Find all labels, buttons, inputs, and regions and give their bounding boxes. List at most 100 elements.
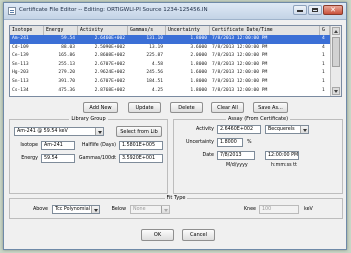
halflife-field[interactable]: 1.5801E+005: [119, 141, 163, 150]
table-row[interactable]: Sn-113 255.13 2.6707E+002 4.58 1.8000 7/8/201…: [10, 61, 330, 70]
column-header-g[interactable]: G: [320, 26, 330, 35]
column-header-certificate-date[interactable]: Certificate Date/Time: [210, 26, 320, 35]
cell-g: 1: [322, 79, 325, 84]
date-field[interactable]: 7/8/2013: [217, 151, 255, 160]
table-row[interactable]: Ce-139 165.86 2.8608E+002 225.87 2.0000 7/8/2…: [10, 52, 330, 61]
energy-field[interactable]: 59.54: [41, 154, 75, 163]
halflife-label: Halflife (Days): [81, 143, 116, 148]
save-as-button[interactable]: Save As...: [253, 102, 288, 113]
chevron-down-icon: [300, 126, 308, 133]
column-header-activity[interactable]: Activity: [78, 26, 128, 35]
cell-g: 4: [322, 36, 325, 41]
ok-button[interactable]: OK: [141, 229, 174, 241]
cell-g: 1: [322, 53, 325, 59]
cell-datetime: 7/8/2013 12:00:00 PM: [212, 61, 268, 67]
column-header-gammas[interactable]: Gammas/s: [128, 26, 166, 35]
minimize-icon: [297, 10, 303, 12]
cell-activity: 2.8768E+002: [94, 87, 125, 93]
activity-unit-value: Becquerels: [268, 127, 295, 132]
library-isotope-combo[interactable]: Am-241 @ 59.54 keV: [14, 127, 104, 136]
gammas-field[interactable]: 3.5920E+001: [119, 154, 163, 163]
column-header-isotope[interactable]: Isotope: [10, 26, 44, 35]
time-format-hint: h:mm:ss tt: [271, 163, 297, 168]
cell-uncertainty: 3.6000: [190, 44, 207, 50]
uncertainty-field[interactable]: 1.8000: [217, 138, 243, 147]
cell-isotope: Ce-139: [12, 53, 29, 59]
table-row[interactable]: Sn-113 391.70 2.6707E+002 184.51 1.8000 7/8/2…: [10, 78, 330, 87]
cell-energy: 59.54: [61, 36, 75, 41]
activity-label: Activity: [196, 127, 214, 132]
cancel-button[interactable]: Cancel: [182, 229, 215, 241]
below-fit-combo[interactable]: None: [130, 205, 170, 214]
cell-uncertainty: 1.8000: [190, 79, 207, 84]
activity-field[interactable]: 2.6460E+002: [217, 125, 261, 134]
certificate-table[interactable]: Isotope Energy Activity Gammas/s Uncerta…: [9, 25, 342, 97]
column-header-uncertainty[interactable]: Uncertainty: [166, 26, 210, 35]
time-field[interactable]: 12:00:00 PM: [265, 151, 299, 160]
cell-activity: 2.6707E+002: [94, 79, 125, 84]
above-label: Above: [32, 207, 48, 212]
chevron-down-icon: [95, 128, 103, 135]
activity-unit-combo[interactable]: Becquerels: [265, 125, 309, 134]
cell-gammas: 245.56: [146, 70, 163, 76]
cell-activity: 2.5090E+002: [94, 44, 125, 50]
cell-uncertainty: 1.8000: [190, 61, 207, 67]
knee-field[interactable]: 100: [259, 205, 299, 214]
cell-gammas: 131.10: [146, 36, 163, 41]
table-row[interactable]: Cd-109 88.03 2.5090E+002 13.19 3.6000 7/8/201…: [10, 44, 330, 53]
chevron-down-icon: [91, 206, 99, 213]
cell-uncertainty: 1.8000: [190, 36, 207, 41]
scroll-down-button[interactable]: [332, 87, 340, 95]
table-row[interactable]: Am-241 59.54 2.6460E+002 131.10 1.8000 7/8/20…: [10, 35, 330, 44]
cell-isotope: Sn-113: [12, 79, 29, 84]
maximize-icon: [312, 8, 318, 12]
cell-energy: 88.03: [61, 44, 75, 50]
cell-gammas: 4.58: [151, 61, 163, 67]
date-format-hint: M/d/yyyy: [226, 163, 248, 168]
cell-energy: 255.13: [58, 61, 75, 67]
scroll-up-button[interactable]: [332, 27, 340, 35]
cell-isotope: Cd-109: [12, 44, 29, 50]
cell-energy: 475.36: [58, 87, 75, 93]
column-header-energy[interactable]: Energy: [44, 26, 78, 35]
scroll-down-icon: [334, 90, 338, 93]
scroll-thumb[interactable]: [332, 37, 340, 67]
window-title: Certificate File Editor -- Editing: ORTI…: [19, 7, 208, 13]
cell-energy: 391.70: [58, 79, 75, 84]
cell-g: 1: [322, 61, 325, 67]
knee-unit: keV: [304, 207, 313, 212]
gammas-label: Gammas/100dt: [78, 156, 116, 161]
add-new-button[interactable]: Add New: [83, 102, 118, 113]
app-icon: [8, 7, 16, 15]
cell-activity: 2.6460E+002: [94, 36, 125, 41]
energy-label: Energy: [21, 156, 38, 161]
assay-group: Assay (From Certificate) Activity 2.6460…: [173, 116, 343, 194]
scroll-up-icon: [334, 30, 338, 33]
cell-gammas: 184.51: [146, 79, 163, 84]
cell-uncertainty: 1.6000: [190, 70, 207, 76]
select-from-lib-button[interactable]: Select from Lib: [116, 126, 162, 137]
update-button[interactable]: Update: [128, 102, 161, 113]
delete-button[interactable]: Delete: [170, 102, 203, 113]
certificate-editor-window: Certificate File Editor -- Editing: ORTI…: [3, 2, 347, 250]
cell-datetime: 7/8/2013 12:00:00 PM: [212, 36, 268, 41]
table-row[interactable]: Cs-134 475.36 2.8768E+002 4.25 1.8000 7/8/201…: [10, 87, 330, 96]
above-fit-combo[interactable]: Tcc Polynomial: [52, 205, 100, 214]
minimize-button[interactable]: [293, 5, 307, 15]
table-row[interactable]: Hg-203 279.20 2.9624E+002 245.56 1.6000 7/8/2…: [10, 69, 330, 78]
library-group-title: Library Group: [69, 116, 108, 122]
below-fit-value: None: [133, 207, 146, 212]
clear-all-button[interactable]: Clear All: [211, 102, 244, 113]
cell-energy: 279.20: [58, 70, 75, 76]
cell-isotope: Hg-203: [12, 70, 29, 76]
uncertainty-unit: %: [247, 140, 252, 145]
cell-datetime: 7/8/2013 12:00:00 PM: [212, 44, 268, 50]
table-scrollbar[interactable]: [330, 26, 341, 96]
maximize-button[interactable]: [308, 5, 322, 15]
title-bar[interactable]: Certificate File Editor -- Editing: ORTI…: [4, 3, 346, 20]
isotope-field[interactable]: Am-241: [41, 141, 75, 150]
cell-gammas: 13.19: [149, 44, 163, 50]
cell-datetime: 7/8/2013 12:00:00 PM: [212, 87, 268, 93]
close-button[interactable]: ✕: [323, 5, 343, 15]
cell-g: 1: [322, 70, 325, 76]
